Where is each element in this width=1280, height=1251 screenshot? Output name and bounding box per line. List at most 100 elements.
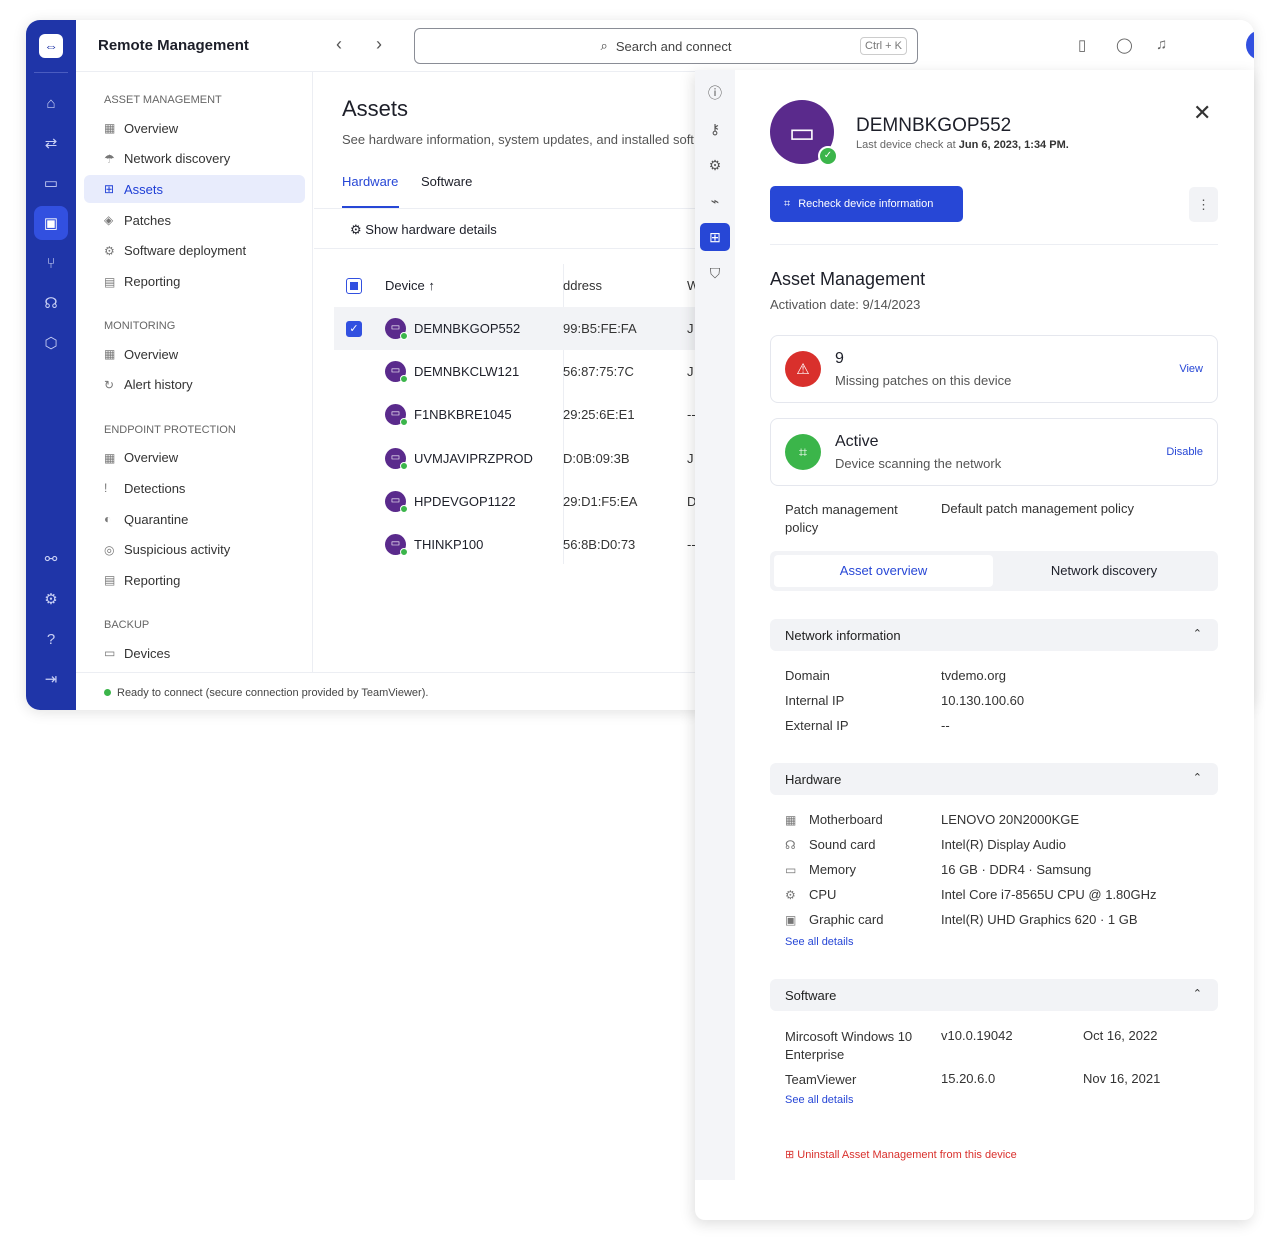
support-icon[interactable]: ☊: [34, 286, 68, 320]
table-row[interactable]: ▭ UVMJAVIPRZPROD D:0B:09:3B J: [334, 437, 714, 480]
monitoring-icon[interactable]: ⌁: [700, 187, 730, 215]
device-icon: ▭: [385, 490, 408, 513]
top-bar: Remote Management ‹ › ⌕ Search and conne…: [76, 20, 1254, 72]
table-row[interactable]: ✓ ▭ DEMNBKGOP552 99:B5:FE:FA J: [334, 307, 714, 350]
network-section-header[interactable]: Network information ⌃: [770, 619, 1218, 651]
remote-management-icon[interactable]: ▣: [34, 206, 68, 240]
sidebar-item[interactable]: ▦ Overview: [84, 340, 305, 368]
hardware-see-all-link[interactable]: See all details: [785, 936, 854, 948]
uninstall-icon: ⊞: [785, 1149, 798, 1161]
sidebar-item[interactable]: ⚙ Software deployment: [84, 237, 305, 265]
transfer-icon[interactable]: ⇄: [34, 126, 68, 160]
settings-icon[interactable]: ⚙: [700, 151, 730, 179]
reporting-icon: ▤: [104, 573, 116, 588]
forward-icon[interactable]: ›: [376, 34, 382, 55]
assets-icon[interactable]: ⊞: [700, 223, 730, 251]
table-row[interactable]: ▭ F1NBKBRE1045 29:25:6E:E1 --: [334, 393, 714, 436]
column-device[interactable]: Device ↑: [385, 278, 435, 293]
column-address[interactable]: ddress: [563, 278, 602, 293]
devices-icon[interactable]: ▭: [34, 166, 68, 200]
hardware-key: Graphic card: [809, 912, 884, 927]
more-options-icon[interactable]: ⋮: [1189, 187, 1218, 222]
view-patches-link[interactable]: View: [1179, 363, 1203, 375]
user-avatar[interactable]: ☺: [1246, 30, 1254, 60]
sidebar-item[interactable]: ! Detections: [84, 474, 305, 502]
activation-date: Activation date: 9/14/2023: [770, 297, 921, 312]
bell-icon[interactable]: ♫: [1156, 36, 1167, 53]
key-icon[interactable]: ⚷: [700, 115, 730, 143]
sidebar-item[interactable]: ☂ Network discovery: [84, 145, 305, 173]
memory-icon: ▭: [785, 863, 797, 877]
app-title: Remote Management: [98, 37, 249, 54]
help-icon[interactable]: ?: [34, 622, 68, 656]
info-icon[interactable]: ⓘ: [700, 79, 730, 107]
hardware-section-header[interactable]: Hardware ⌃: [770, 763, 1218, 795]
subtab-network-discovery[interactable]: Network discovery: [994, 555, 1214, 587]
sidebar-item[interactable]: ▦ Overview: [84, 444, 305, 472]
cpu-icon: ⚙: [785, 888, 796, 902]
workflow-icon[interactable]: ⑂: [34, 246, 68, 280]
back-icon[interactable]: ‹: [336, 34, 342, 55]
home-icon[interactable]: ⌂: [34, 86, 68, 120]
sidebar-item[interactable]: ↻ Alert history: [84, 371, 305, 399]
sidebar-item[interactable]: ▤ Reporting: [84, 268, 305, 296]
assets-icon: ⊞: [104, 182, 115, 197]
shield-icon[interactable]: ⛉: [700, 259, 730, 287]
software-see-all-link[interactable]: See all details: [785, 1094, 854, 1106]
sidebar-item[interactable]: ◐ Quarantine: [84, 505, 305, 533]
sidebar-item[interactable]: ⊞ Assets: [84, 175, 305, 204]
sidebar-section-title: ENDPOINT PROTECTION: [104, 423, 236, 436]
shield-settings-icon[interactable]: ⬡: [34, 326, 68, 360]
subtab-asset-overview[interactable]: Asset overview: [774, 555, 993, 587]
hardware-key: Sound card: [809, 837, 876, 852]
teamviewer-logo: ⇔: [39, 34, 63, 58]
online-check-icon: ✓: [818, 146, 838, 166]
tab-hardware[interactable]: Hardware: [342, 174, 398, 189]
uninstall-link[interactable]: ⊞ Uninstall Asset Management from this d…: [785, 1148, 1017, 1161]
table-header: Device ↑ ddress W: [334, 264, 714, 307]
sort-ascending-icon: ↑: [428, 278, 435, 293]
device-details-panel: ⓘ ⚷ ⚙ ⌁ ⊞ ⛉ ▭ ✓ DEMNBKGOP552 Last device …: [695, 70, 1254, 1220]
network-scan-card: ⌗ Active Device scanning the network Dis…: [770, 418, 1218, 486]
device-icon: ▭: [385, 404, 408, 427]
hardware-value: LENOVO 20N2000KGE: [941, 812, 1080, 827]
sidebar-item[interactable]: ▦ Overview: [84, 114, 305, 142]
tab-software[interactable]: Software: [421, 174, 472, 189]
suspicious-activity-icon: ◎: [104, 542, 115, 557]
main-content: Assets See hardware information, system …: [314, 72, 714, 672]
hardware-value: Intel(R) UHD Graphics 620 · 1 GB: [941, 912, 1138, 927]
chat-icon[interactable]: ◯: [1116, 36, 1133, 54]
connections-icon[interactable]: ⚯: [34, 542, 68, 576]
row-checkbox[interactable]: ✓: [346, 320, 362, 337]
table-row[interactable]: ▭ HPDEVGOP1122 29:D1:F5:EA D: [334, 480, 714, 523]
chevron-up-icon: ⌃: [1192, 772, 1202, 784]
table-row[interactable]: ▭ THINKP100 56:8B:D0:73 --: [334, 523, 714, 566]
select-all-checkbox[interactable]: [346, 277, 362, 294]
settings-icon[interactable]: ⚙: [34, 582, 68, 616]
close-icon[interactable]: ✕: [1193, 100, 1211, 126]
device-icon: ▭: [385, 534, 408, 556]
software-name: TeamViewer: [785, 1072, 857, 1087]
headphones-icon: ☊: [785, 838, 796, 852]
search-input[interactable]: ⌕ Search and connect Ctrl + K: [414, 28, 918, 64]
sidebar-item[interactable]: ◈ Patches: [84, 206, 305, 234]
overview-icon: ▦: [104, 121, 116, 135]
sidebar-item[interactable]: ◎ Suspicious activity: [84, 536, 305, 564]
chevron-up-icon: ⌃: [1192, 628, 1202, 640]
show-hardware-details-button[interactable]: ⚙ Show hardware details: [350, 222, 497, 238]
device-icon: ▭: [385, 318, 408, 340]
motherboard-icon: ▦: [785, 813, 797, 827]
software-section-header[interactable]: Software ⌃: [770, 979, 1218, 1011]
table-row[interactable]: ▭ DEMNBKCLW121 56:87:75:7C J: [334, 350, 714, 393]
network-value: 10.130.100.60: [941, 693, 1025, 708]
contacts-icon[interactable]: ▯: [1078, 36, 1086, 54]
devices-icon: ▭: [104, 646, 116, 661]
disable-scan-link[interactable]: Disable: [1166, 446, 1203, 458]
recheck-button[interactable]: ⌗ Recheck device information: [770, 186, 963, 222]
hardware-key: CPU: [809, 887, 837, 902]
sidebar-item[interactable]: ▤ Reporting: [84, 566, 305, 594]
hardware-value: 16 GB · DDR4 · Samsung: [941, 862, 1092, 877]
collapse-icon[interactable]: ⇥: [34, 662, 68, 696]
software-version: v10.0.19042: [941, 1028, 1013, 1043]
sidebar-item[interactable]: ▭ Devices: [84, 639, 305, 667]
